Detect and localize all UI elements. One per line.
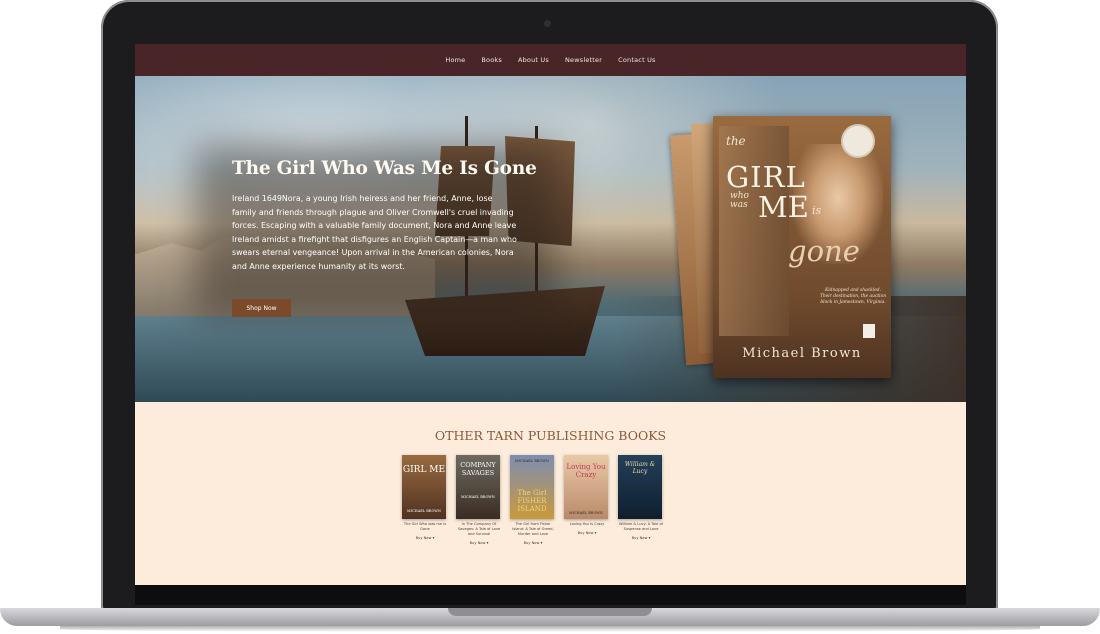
award-seal-icon bbox=[841, 124, 875, 158]
other-books-section: OTHER TARN PUBLISHING BOOKS GIRL ME MICH… bbox=[135, 402, 966, 585]
book-thumbnail[interactable]: GIRL ME MICHAEL BROWN bbox=[402, 455, 446, 519]
book-item[interactable]: GIRL ME MICHAEL BROWN The Girl Who was m… bbox=[401, 455, 449, 540]
buy-now-button[interactable]: Buy Now ▾ bbox=[455, 541, 503, 545]
book-item[interactable]: William & Lucy William & Lucy: A Tale of… bbox=[617, 455, 665, 540]
cover-title-me: ME bbox=[758, 190, 809, 224]
book-thumbnail[interactable]: William & Lucy bbox=[618, 455, 662, 519]
nav-item-about-us[interactable]: About Us bbox=[518, 56, 549, 64]
webcam bbox=[544, 20, 551, 27]
nav-item-books[interactable]: Books bbox=[481, 56, 502, 64]
hero-title: The Girl Who Was Me Is Gone bbox=[232, 158, 537, 179]
buy-now-button[interactable]: Buy Now ▾ bbox=[563, 531, 611, 535]
book-caption: In The Company Of Savages: A Tale of Lov… bbox=[457, 522, 501, 536]
book-caption: The Girl Who was me is Gone bbox=[403, 522, 447, 531]
other-books-heading: OTHER TARN PUBLISHING BOOKS bbox=[434, 428, 667, 443]
book-item[interactable]: Loving You Crazy MICHAEL BROWN Loving Yo… bbox=[563, 455, 611, 535]
cover-title-is: is bbox=[812, 204, 822, 217]
cover-author: Michael Brown bbox=[742, 346, 862, 361]
cover-title-who-was: who was bbox=[730, 191, 749, 210]
book-thumbnail[interactable]: Loving You Crazy MICHAEL BROWN bbox=[564, 455, 608, 519]
book-caption: The Girl from Fisher Island: A Tale of G… bbox=[512, 522, 554, 536]
cover-title-girl: GIRL bbox=[726, 160, 806, 194]
browser-viewport: Home Books About Us Newsletter Contact U… bbox=[135, 44, 966, 585]
nav-item-newsletter[interactable]: Newsletter bbox=[565, 56, 602, 64]
buy-now-button[interactable]: Buy Now ▾ bbox=[617, 536, 665, 540]
book-caption: William & Lucy: A Tale of Suspense and L… bbox=[619, 522, 663, 531]
top-navigation: Home Books About Us Newsletter Contact U… bbox=[135, 44, 966, 76]
cover-title-gone: gone bbox=[788, 234, 860, 268]
publisher-logo-icon bbox=[863, 324, 875, 338]
laptop-base bbox=[0, 608, 1100, 634]
book-thumbnail[interactable]: COMPANY SAVAGES MICHAEL BROWN bbox=[456, 455, 500, 519]
book-caption: Loving You Is Crazy bbox=[569, 522, 605, 526]
laptop-bezel-bottom bbox=[135, 585, 966, 605]
featured-book-cover[interactable]: the GIRL who was ME is gone Kidnapped and… bbox=[713, 116, 891, 378]
book-item[interactable]: MICHAEL BROWN The Girl FISHER ISLAND The… bbox=[509, 455, 557, 545]
hero-banner: The Girl Who Was Me Is Gone Ireland 1649… bbox=[135, 76, 966, 402]
book-thumbnail[interactable]: MICHAEL BROWN The Girl FISHER ISLAND bbox=[510, 455, 554, 519]
cover-title-the: the bbox=[726, 134, 746, 148]
book-item[interactable]: COMPANY SAVAGES MICHAEL BROWN In The Com… bbox=[455, 455, 503, 545]
cover-blurb: Kidnapped and shackled. Their destinatio… bbox=[819, 288, 887, 305]
hero-description: Ireland 1649Nora, a young Irish heiress … bbox=[232, 194, 517, 271]
buy-now-button[interactable]: Buy Now ▾ bbox=[401, 536, 449, 540]
buy-now-button[interactable]: Buy Now ▾ bbox=[509, 541, 557, 545]
nav-item-home[interactable]: Home bbox=[445, 56, 465, 64]
shop-now-button[interactable]: Shop Now bbox=[232, 299, 291, 317]
book-list: GIRL ME MICHAEL BROWN The Girl Who was m… bbox=[401, 455, 701, 585]
nav-item-contact-us[interactable]: Contact Us bbox=[618, 56, 656, 64]
